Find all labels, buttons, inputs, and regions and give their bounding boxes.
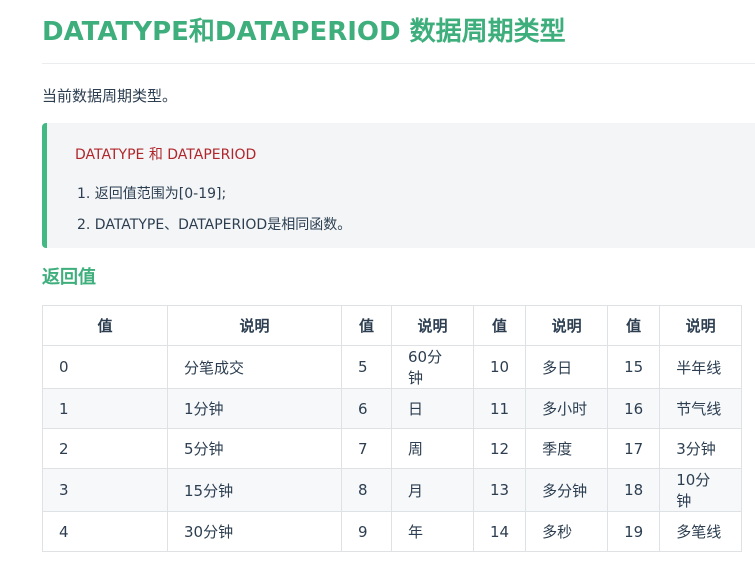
- table-row: 4 30分钟 9 年 14 多秒 19 多笔线: [42, 511, 743, 552]
- table-cell: 10: [472, 345, 527, 389]
- table-cell: 年: [391, 511, 474, 552]
- table-cell: 19: [607, 511, 661, 552]
- table-cell: 16: [607, 388, 661, 429]
- table-cell: 多笔线: [659, 511, 743, 552]
- table-cell: 60分钟: [391, 345, 474, 389]
- table-cell: 15: [607, 345, 661, 389]
- tip-title: DATATYPE 和 DATAPERIOD: [75, 147, 257, 163]
- table-cell: 分笔成交: [167, 345, 342, 389]
- table-cell: 4: [42, 511, 168, 552]
- title-divider: [42, 63, 755, 64]
- section-title-return-value: 返回值: [42, 267, 96, 288]
- table-cell: 5: [341, 345, 392, 389]
- table-cell: 半年线: [659, 345, 743, 389]
- table-cell: 1: [42, 388, 168, 429]
- table-cell: 15分钟: [167, 468, 342, 512]
- column-header: 值: [607, 305, 661, 346]
- table-cell: 月: [391, 468, 474, 512]
- table-row: 1 1分钟 6 日 11 多小时 16 节气线: [42, 388, 743, 429]
- table-cell: 2: [42, 428, 168, 469]
- table-cell: 1分钟: [167, 388, 342, 429]
- intro-text: 当前数据周期类型。: [42, 87, 178, 105]
- table-cell: 13: [472, 468, 527, 512]
- column-header: 值: [472, 305, 527, 346]
- column-header: 说明: [525, 305, 609, 346]
- column-header: 值: [341, 305, 392, 346]
- table-cell: 14: [472, 511, 527, 552]
- table-cell: 18: [607, 468, 661, 512]
- table-cell: 10分钟: [659, 468, 743, 512]
- table-cell: 8: [341, 468, 392, 512]
- table-cell: 12: [472, 428, 527, 469]
- table-cell: 17: [607, 428, 661, 469]
- column-header: 说明: [391, 305, 474, 346]
- tip-list: 1. 返回值范围为[0-19]; 2. DATATYPE、DATAPERIOD是…: [77, 179, 351, 241]
- table-cell: 多秒: [525, 511, 609, 552]
- table-header-row: 值 说明 值 说明 值 说明 值 说明: [42, 305, 743, 346]
- table-row: 0 分笔成交 5 60分钟 10 多日 15 半年线: [42, 345, 743, 389]
- table-cell: 6: [341, 388, 392, 429]
- table-cell: 节气线: [659, 388, 743, 429]
- tip-list-item: 1. 返回值范围为[0-19];: [77, 186, 227, 202]
- table-cell: 3: [42, 468, 168, 512]
- return-value-table: 值 说明 值 说明 值 说明 值 说明 0 分笔成交 5 60分钟 10 多日 …: [42, 305, 743, 552]
- column-header: 说明: [659, 305, 743, 346]
- table-cell: 5分钟: [167, 428, 342, 469]
- tip-box: DATATYPE 和 DATAPERIOD 1. 返回值范围为[0-19]; 2…: [42, 123, 755, 248]
- table-cell: 30分钟: [167, 511, 342, 552]
- table-cell: 季度: [525, 428, 609, 469]
- table-cell: 多小时: [525, 388, 609, 429]
- column-header: 值: [42, 305, 168, 346]
- table-cell: 日: [391, 388, 474, 429]
- page-title: DATATYPE和DATAPERIOD 数据周期类型: [42, 17, 566, 47]
- table-row: 2 5分钟 7 周 12 季度 17 3分钟: [42, 428, 743, 469]
- table-cell: 周: [391, 428, 474, 469]
- table-cell: 多分钟: [525, 468, 609, 512]
- table-cell: 11: [472, 388, 527, 429]
- table-cell: 3分钟: [659, 428, 743, 469]
- table-cell: 9: [341, 511, 392, 552]
- table-cell: 7: [341, 428, 392, 469]
- table-cell: 0: [42, 345, 168, 389]
- table-cell: 多日: [525, 345, 609, 389]
- column-header: 说明: [167, 305, 342, 346]
- table-row: 3 15分钟 8 月 13 多分钟 18 10分钟: [42, 468, 743, 512]
- tip-list-item: 2. DATATYPE、DATAPERIOD是相同函数。: [77, 217, 352, 233]
